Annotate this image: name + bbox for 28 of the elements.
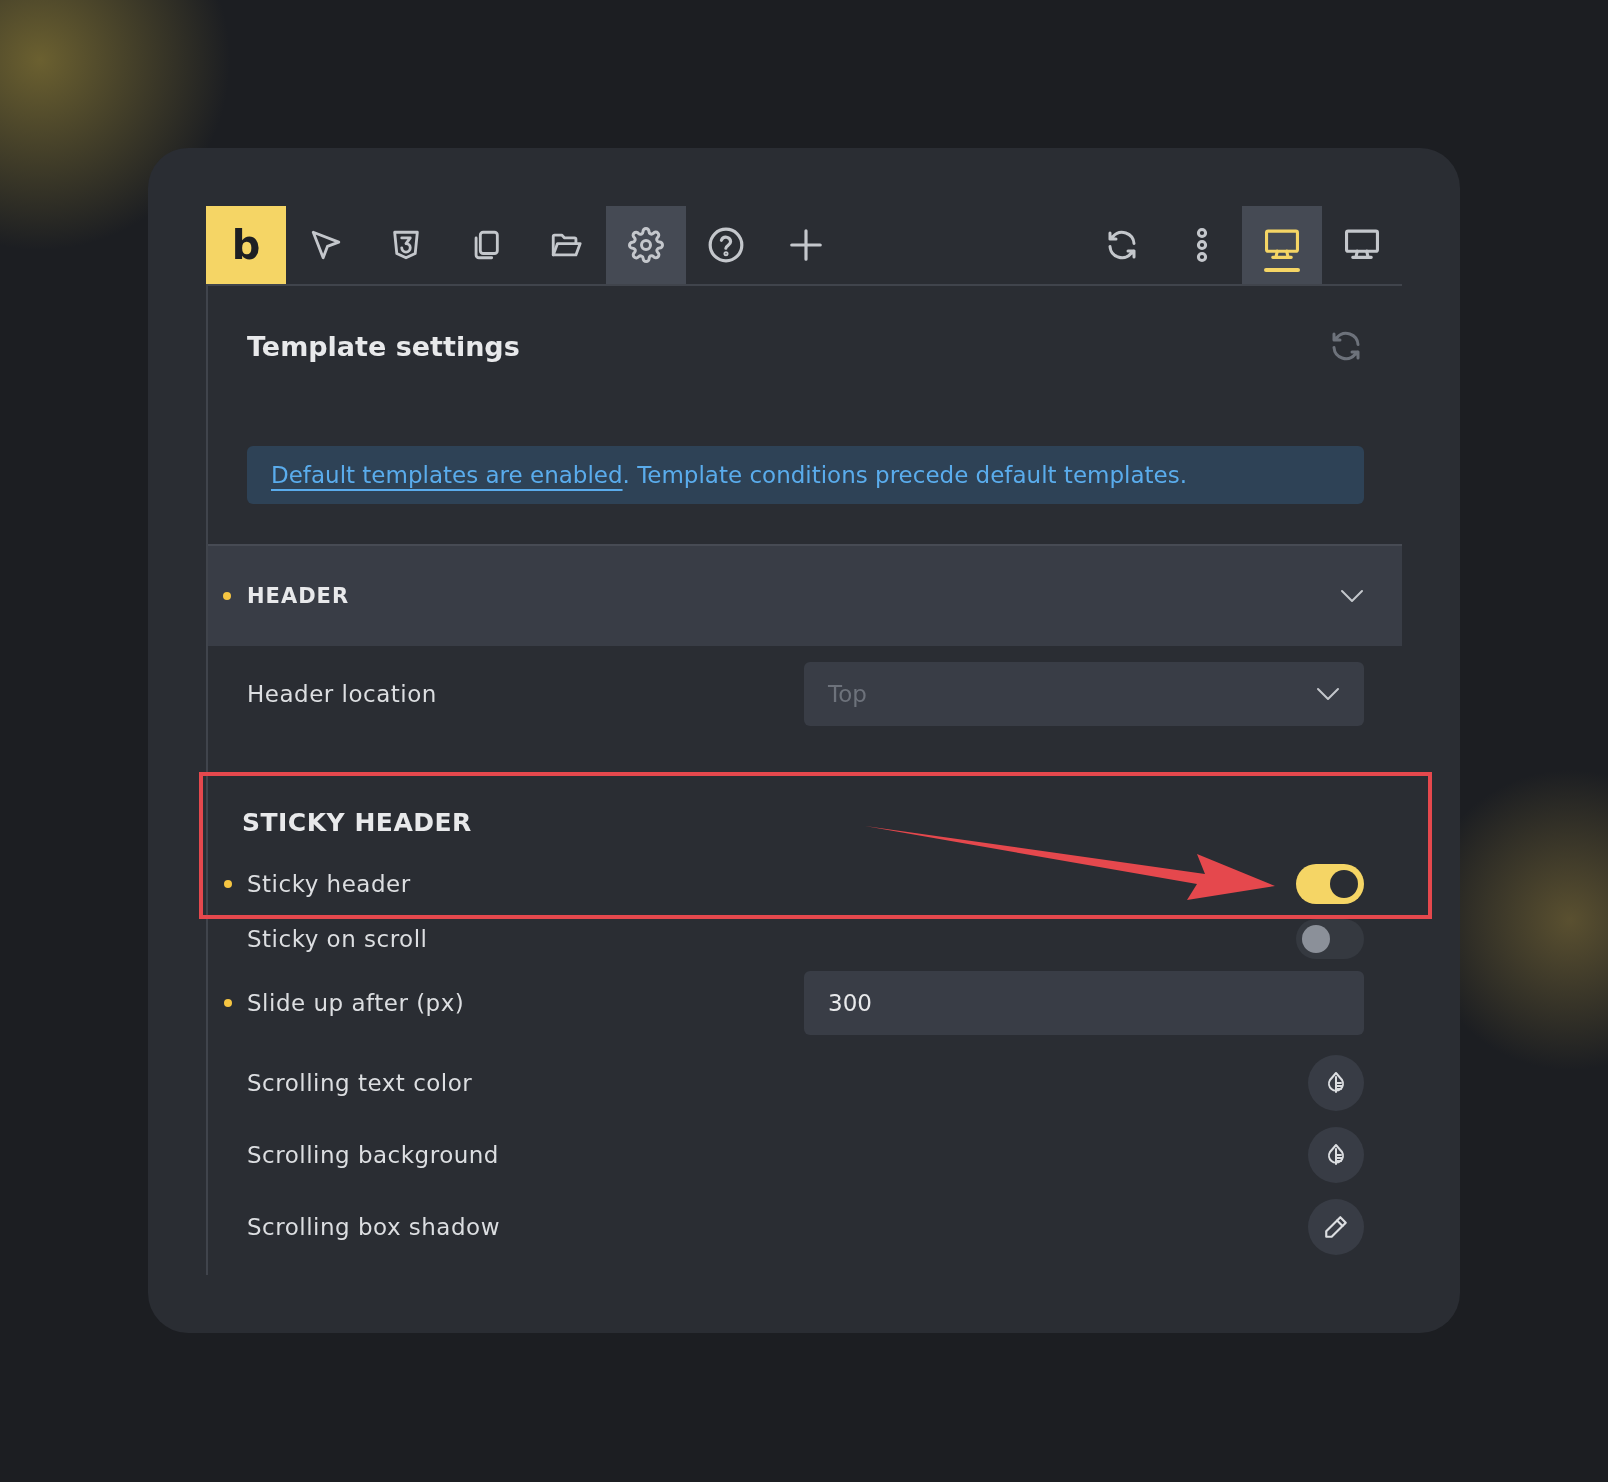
setting-label: Slide up after (px) (224, 990, 465, 1016)
help-icon (707, 226, 745, 264)
panel-title: Template settings (247, 330, 520, 362)
settings-icon (628, 227, 664, 263)
pencil-icon (1323, 1214, 1349, 1240)
droplet-icon (1325, 1071, 1347, 1095)
toolbar-button[interactable] (606, 206, 686, 284)
notice-link[interactable]: Default templates are enabled (271, 462, 623, 488)
plus-icon (787, 226, 825, 264)
logo[interactable]: b (206, 206, 286, 284)
toggle-switch[interactable] (1296, 864, 1364, 904)
toolbar-button[interactable] (1242, 206, 1322, 284)
toggle-switch[interactable] (1296, 919, 1364, 959)
more-icon (1195, 227, 1209, 263)
cursor-arrow-icon (309, 228, 343, 262)
droplet-icon (1325, 1143, 1347, 1167)
desktop-icon (1263, 228, 1301, 262)
color-picker-button[interactable] (1308, 1127, 1364, 1183)
number-field[interactable]: 300 (804, 971, 1364, 1035)
info-notice: Default templates are enabled. Template conditions precede default templates. (247, 446, 1364, 504)
chevron-down-icon (1340, 589, 1364, 603)
edit-button[interactable] (1308, 1199, 1364, 1255)
section-heading: STICKY HEADER (241, 807, 473, 839)
color-picker-button[interactable] (1308, 1055, 1364, 1111)
desktop-icon (1343, 228, 1381, 262)
chevron-down-icon (1316, 687, 1340, 701)
setting-label: Sticky header (224, 871, 411, 897)
section-header[interactable]: HEADER (208, 544, 1402, 646)
